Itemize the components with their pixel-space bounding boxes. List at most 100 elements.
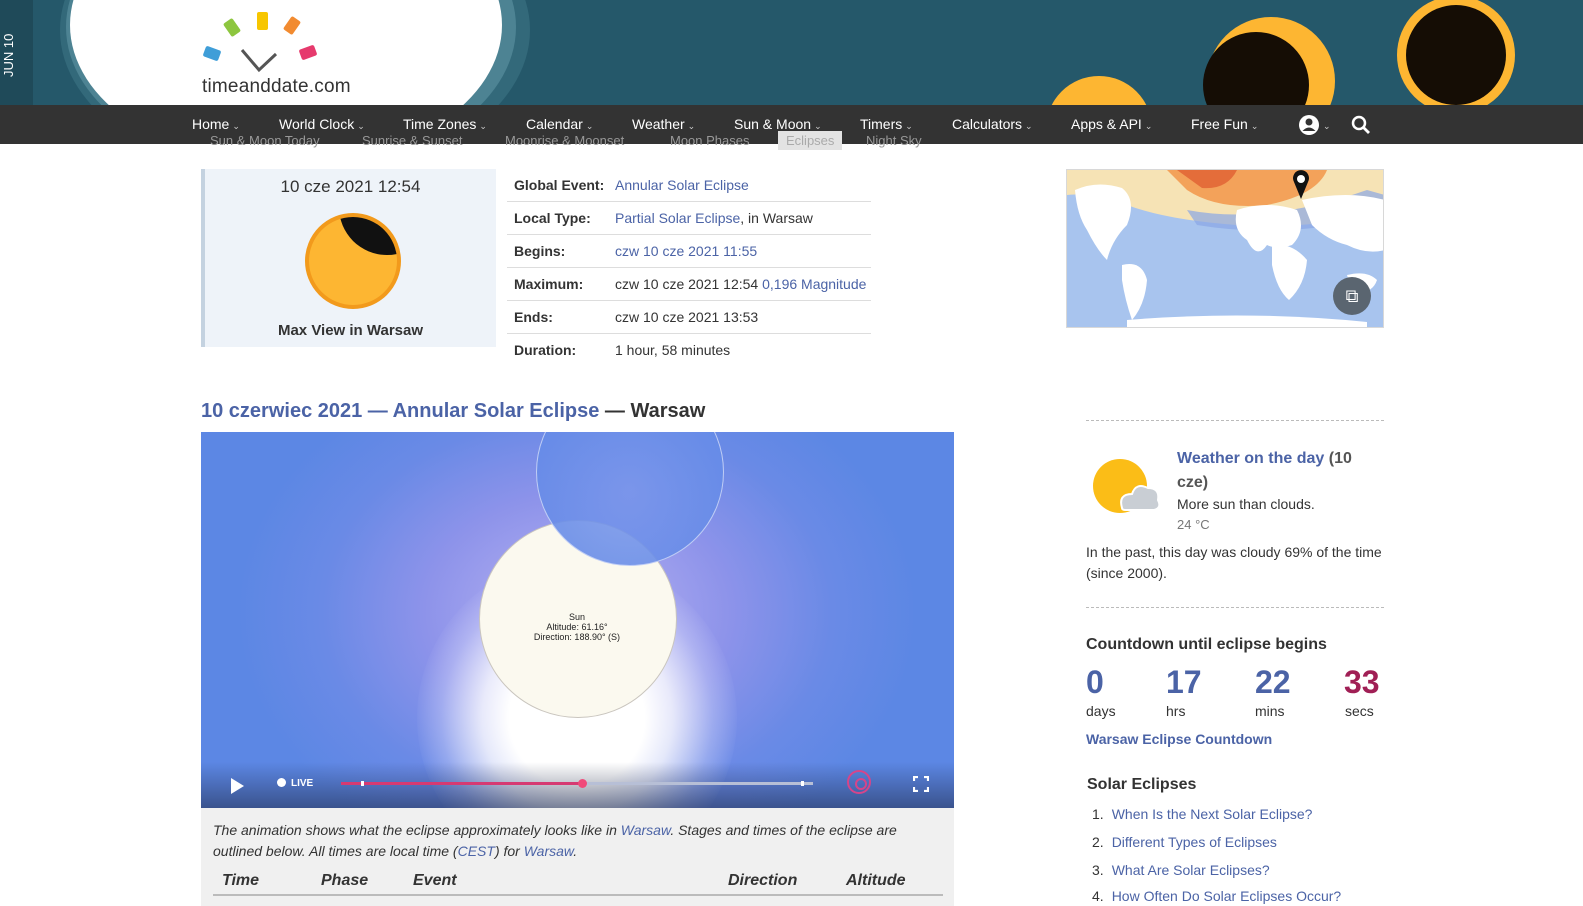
solar-eclipses-title: Solar Eclipses — [1087, 776, 1197, 793]
user-circle-icon — [1299, 115, 1319, 136]
subnav-item[interactable]: Moonrise & Moonset — [505, 133, 624, 148]
account-menu[interactable]: ⌄ — [1298, 105, 1331, 144]
eclipse-types-link[interactable]: Different Types of Eclipses — [1112, 834, 1277, 850]
sun-name: Sun — [568, 612, 585, 622]
info-row-local-type: Local Type: Partial Solar Eclipse, in Wa… — [507, 202, 871, 235]
nav-item-free-fun[interactable]: Free Fun ⌄ — [1191, 105, 1258, 144]
live-button[interactable]: LIVE — [291, 778, 313, 789]
subnav-item[interactable]: Sunrise & Sunset — [362, 133, 462, 148]
countdown-title: Countdown until eclipse begins — [1086, 636, 1327, 653]
subnav-item[interactable]: Sun & Moon Today — [210, 133, 320, 148]
weather-history: In the past, this day was cloudy 69% of … — [1086, 544, 1382, 581]
clock-hands-icon — [240, 49, 278, 73]
subnav-item-active[interactable]: Eclipses — [778, 131, 843, 150]
weather-on-day-link[interactable]: Weather on the day — [1177, 450, 1324, 467]
play-icon[interactable] — [231, 778, 244, 794]
table-header-event: Event — [413, 872, 457, 889]
list-item: 1. When Is the Next Solar Eclipse? — [1092, 806, 1312, 822]
logo-text: timeanddate.com — [202, 76, 351, 97]
info-row-global-event: Global Event: Annular Solar Eclipse — [507, 169, 871, 202]
weather-description: More sun than clouds. — [1177, 496, 1315, 512]
timeline-slider[interactable] — [341, 779, 813, 788]
table-header-phase: Phase — [321, 872, 369, 889]
info-key: Global Event: — [514, 177, 605, 193]
warsaw-link[interactable]: Warsaw — [621, 822, 671, 838]
magnitude-link[interactable]: 0,196 Magnitude — [762, 276, 866, 292]
nav-label: Apps & API — [1071, 116, 1142, 132]
nav-item-calculators[interactable]: Calculators ⌄ — [952, 105, 1033, 144]
table-header-time: Time — [222, 872, 260, 889]
fullscreen-icon[interactable] — [913, 776, 929, 792]
info-key: Local Type: — [514, 210, 591, 226]
countdown-days: 0 — [1086, 664, 1104, 700]
logo-bar-icon — [282, 15, 302, 36]
rotate-view-icon[interactable] — [847, 770, 871, 794]
info-row-begins: Begins: czw 10 cze 2021 11:55 — [507, 235, 871, 268]
timeline-mark — [361, 781, 364, 786]
info-key: Ends: — [514, 309, 553, 325]
table-header-divider — [213, 894, 943, 896]
live-dot-icon — [277, 778, 286, 787]
nav-label: Calculators — [952, 116, 1023, 132]
info-key: Begins: — [514, 243, 566, 259]
moon-shadow — [339, 217, 397, 255]
site-logo[interactable]: timeanddate.com — [198, 6, 378, 98]
weather-temperature: 24 °C — [1177, 517, 1210, 532]
countdown-days-label: days — [1086, 703, 1116, 719]
animation-heading: 10 czerwiec 2021 — Annular Solar Eclipse… — [201, 400, 705, 423]
list-item: 4. How Often Do Solar Eclipses Occur? — [1092, 888, 1341, 904]
timeline-handle[interactable] — [577, 779, 587, 788]
info-row-duration: Duration: 1 hour, 58 minutes — [507, 334, 871, 367]
partly-cloudy-icon — [1093, 459, 1161, 513]
eclipse-countdown-link[interactable]: Warsaw Eclipse Countdown — [1086, 731, 1272, 747]
logo-bar-icon — [298, 44, 318, 61]
search-icon — [1351, 116, 1370, 135]
open-map-button[interactable]: ⧉ — [1333, 277, 1371, 315]
sun-direction: Direction: 188.90° (S) — [533, 632, 621, 642]
max-view-label: Max View in Warsaw — [277, 322, 424, 339]
heading-link[interactable]: 10 czerwiec 2021 — Annular Solar Eclipse — [201, 400, 599, 422]
header-banner: JUN 10 timeanddate.com — [0, 0, 1583, 105]
next-solar-eclipse-link[interactable]: When Is the Next Solar Eclipse? — [1112, 806, 1313, 822]
animation-description: The animation shows what the eclipse app… — [201, 808, 954, 906]
subnav-item[interactable]: Moon Phases — [670, 133, 750, 148]
begins-link[interactable]: czw 10 cze 2021 11:55 — [615, 243, 757, 259]
local-type-text: , in Warsaw — [740, 210, 813, 226]
sun-decoration — [1046, 76, 1152, 105]
countdown-hours: 17 — [1166, 664, 1202, 700]
global-event-link[interactable]: Annular Solar Eclipse — [615, 177, 749, 193]
logo-bar-icon — [257, 12, 268, 30]
divider — [1086, 420, 1384, 421]
logo-bar-icon — [202, 45, 222, 62]
eclipse-animation[interactable]: Sun Altitude: 61.16° Direction: 188.90° … — [201, 432, 954, 808]
eclipse-info-table: Global Event: Annular Solar Eclipse Loca… — [507, 169, 871, 367]
subnav-item[interactable]: Night Sky — [866, 133, 922, 148]
info-key: Duration: — [514, 342, 577, 358]
list-number: 4. — [1092, 888, 1104, 904]
info-value: czw 10 cze 2021 11:55 — [615, 243, 757, 259]
list-item: 2. Different Types of Eclipses — [1092, 834, 1277, 850]
table-header-altitude: Altitude — [846, 872, 906, 889]
how-often-link[interactable]: How Often Do Solar Eclipses Occur? — [1112, 888, 1342, 904]
divider — [1086, 607, 1384, 608]
cest-link[interactable]: CEST — [458, 843, 495, 859]
countdown-seconds: 33 — [1344, 664, 1380, 700]
desc-text: . — [573, 843, 578, 859]
countdown-minutes-label: mins — [1255, 703, 1285, 719]
local-type-link[interactable]: Partial Solar Eclipse — [615, 210, 740, 226]
eclipse-map[interactable]: ⧉ — [1066, 169, 1384, 328]
max-view-box: 10 cze 2021 12:54 Max View in Warsaw — [201, 169, 496, 347]
info-row-ends: Ends: czw 10 cze 2021 13:53 — [507, 301, 871, 334]
sun-altitude: Altitude: 61.16° — [546, 622, 608, 632]
list-number: 3. — [1092, 862, 1104, 878]
partial-eclipse-icon — [305, 213, 401, 309]
chevron-down-icon: ⌄ — [1250, 121, 1259, 131]
what-are-solar-eclipses-link[interactable]: What Are Solar Eclipses? — [1112, 862, 1270, 878]
warsaw-link[interactable]: Warsaw — [524, 843, 574, 859]
chevron-down-icon: ⌄ — [1144, 121, 1153, 131]
search-button[interactable] — [1351, 105, 1371, 144]
maximum-time: czw 10 cze 2021 12:54 — [615, 276, 763, 292]
nav-item-apps-api[interactable]: Apps & API ⌄ — [1071, 105, 1152, 144]
nav-label: Free Fun — [1191, 116, 1248, 132]
date-strip-label: JUN 10 — [1, 33, 16, 77]
